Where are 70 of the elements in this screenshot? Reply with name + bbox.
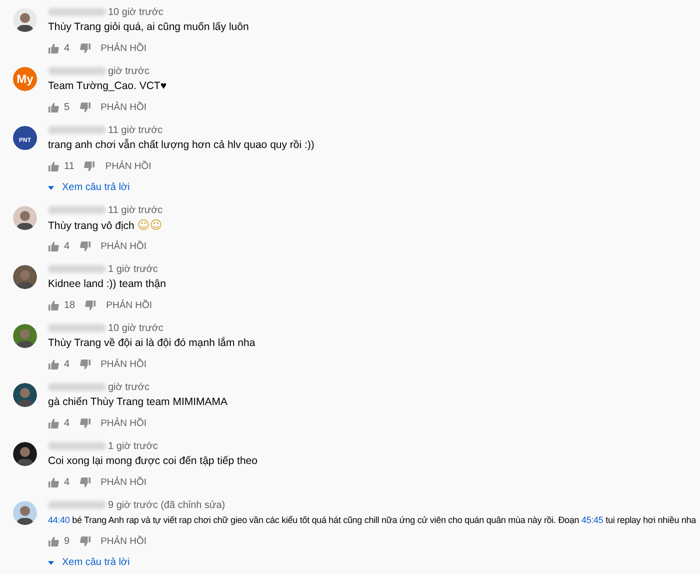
thumbs-up-icon[interactable] bbox=[48, 240, 59, 252]
avatar[interactable]: My bbox=[13, 67, 37, 91]
comment-text: Coi xong lại mong được coi đến tập tiếp theo bbox=[48, 455, 258, 467]
thumbs-down-icon[interactable] bbox=[80, 536, 91, 546]
reply-button[interactable]: PHẢN HỒI bbox=[100, 240, 146, 252]
like-count: 11 bbox=[64, 160, 74, 172]
like-count: 4 bbox=[64, 42, 70, 54]
caret-icon bbox=[48, 560, 54, 564]
comment-text: 44:40 bé Trang Anh rap và tự viết rap chơi chữ gieo vần các kiểu tốt quá hát cũng chill nữa ứng cử viên cho quán quân mùa này rồi. Đoạn 45:45 tui replay hơi nhiều nha bbox=[48, 515, 696, 525]
thumbs-down-icon[interactable] bbox=[80, 42, 91, 54]
timestamp-link[interactable]: 45:45 bbox=[581, 515, 604, 525]
reply-button[interactable]: PHẢN HỒI bbox=[105, 160, 152, 172]
comment-text: Kidnee land :)) team thận bbox=[48, 278, 166, 290]
comment-time[interactable]: 10 giờ trước bbox=[108, 6, 164, 18]
comment-text: Thùy trang vô địch ☺☺ bbox=[48, 218, 162, 232]
thumbs-down-icon[interactable] bbox=[80, 102, 91, 112]
thumbs-down-icon[interactable] bbox=[80, 476, 91, 488]
like-count: 5 bbox=[64, 102, 70, 112]
thumbs-up-icon[interactable] bbox=[48, 42, 59, 54]
comment-text: Thùy Trang về đội ai là đội đó mạnh lắm nha bbox=[48, 337, 256, 349]
blurred-username bbox=[48, 67, 106, 75]
thumbs-down-icon[interactable] bbox=[80, 418, 91, 428]
thumbs-up-icon[interactable] bbox=[48, 160, 59, 172]
thumbs-down-icon[interactable] bbox=[85, 300, 96, 310]
blurred-username bbox=[48, 265, 106, 273]
reply-button[interactable]: PHẢN HỒI bbox=[100, 536, 146, 546]
reply-button[interactable]: PHẢN HỒI bbox=[100, 42, 146, 54]
comment-time[interactable]: giờ trước bbox=[108, 66, 150, 76]
blurred-username bbox=[48, 324, 106, 332]
blurred-username bbox=[48, 383, 106, 391]
comment-text: Team Tường_Cao. VCT♥ bbox=[48, 80, 167, 92]
blurred-username bbox=[48, 501, 106, 509]
like-count: 18 bbox=[64, 300, 76, 310]
reply-button[interactable]: PHẢN HỒI bbox=[100, 476, 146, 488]
comment-time[interactable]: 10 giờ trước bbox=[108, 322, 164, 334]
comment-time[interactable]: 9 giờ trước (đã chỉnh sửa) bbox=[108, 500, 226, 510]
like-count: 4 bbox=[64, 240, 70, 252]
comment-text: trang anh chơi vẫn chất lượng hơn cả hlv quao quy rồi :)) bbox=[48, 139, 314, 151]
caret-icon bbox=[48, 186, 54, 190]
reply-button[interactable]: PHẢN HỒI bbox=[100, 418, 146, 428]
thumbs-up-icon[interactable] bbox=[48, 358, 59, 370]
reply-button[interactable]: PHẢN HỒI bbox=[100, 102, 146, 112]
thumbs-down-icon[interactable] bbox=[80, 240, 91, 252]
reply-button[interactable]: PHẢN HỒI bbox=[100, 358, 146, 370]
view-replies-link[interactable]: Xem câu trả lời bbox=[48, 552, 130, 573]
comment-time[interactable]: 11 giờ trước bbox=[108, 204, 163, 216]
like-count: 9 bbox=[64, 536, 70, 546]
comment-time[interactable]: giờ trước bbox=[108, 382, 150, 392]
comment-time[interactable]: 11 giờ trước bbox=[108, 124, 163, 136]
blurred-username bbox=[48, 442, 106, 450]
timestamp-link[interactable]: 44:40 bbox=[48, 515, 70, 525]
thumbs-up-icon[interactable] bbox=[48, 476, 59, 488]
thumbs-up-icon[interactable] bbox=[48, 300, 59, 310]
thumbs-down-icon[interactable] bbox=[84, 160, 96, 172]
thumbs-down-icon[interactable] bbox=[80, 358, 91, 370]
like-count: 4 bbox=[64, 418, 70, 428]
like-count: 4 bbox=[64, 476, 70, 488]
reply-button[interactable]: PHẢN HỒI bbox=[106, 300, 152, 310]
blurred-username bbox=[48, 8, 106, 16]
view-replies-link[interactable]: Xem câu trả lời bbox=[48, 177, 130, 198]
like-count: 4 bbox=[64, 358, 70, 370]
thumbs-up-icon[interactable] bbox=[48, 418, 59, 428]
comment-text: Thùy Trang giỏi quá, ai cũng muốn lấy luôn bbox=[48, 21, 249, 33]
blurred-username bbox=[48, 126, 106, 134]
thumbs-up-icon[interactable] bbox=[48, 102, 59, 112]
comment-time[interactable]: 1 giờ trước bbox=[108, 440, 158, 452]
thumbs-up-icon[interactable] bbox=[48, 536, 59, 546]
blurred-username bbox=[48, 206, 106, 214]
comment-time[interactable]: 1 giờ trước bbox=[108, 264, 158, 274]
comment-text: gà chiến Thùy Trang team MIMIMAMA bbox=[48, 396, 228, 408]
